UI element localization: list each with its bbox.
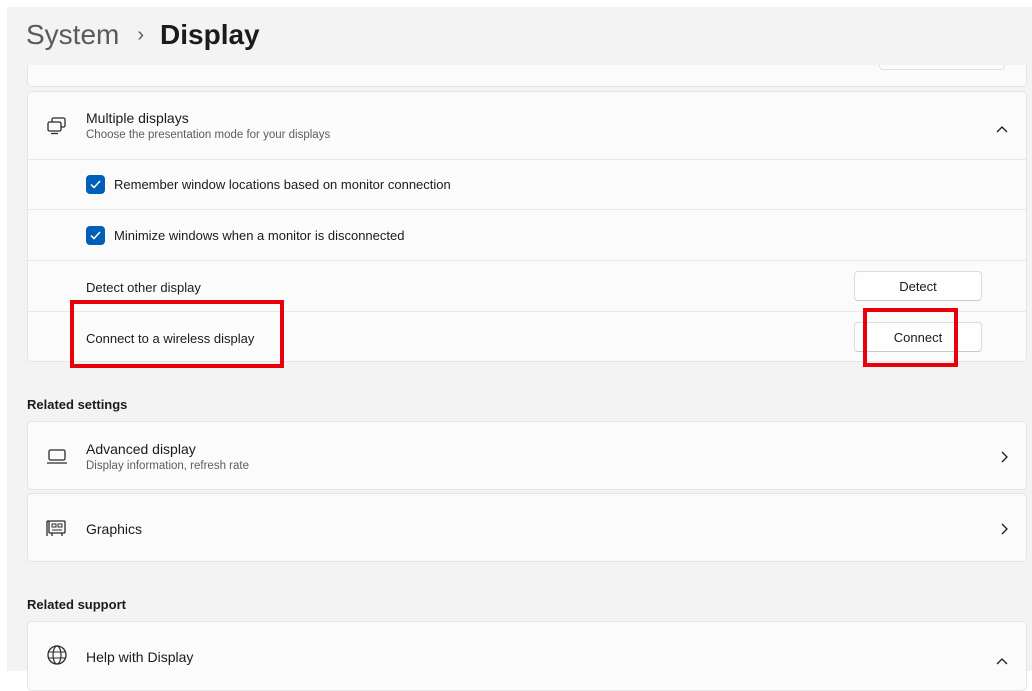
graphics-title: Graphics <box>86 521 143 537</box>
minimize-windows-checkbox[interactable] <box>86 226 105 245</box>
multiple-displays-card: Multiple displays Choose the presentatio… <box>27 91 1027 362</box>
remember-window-locations-label: Remember window locations based on monit… <box>114 177 451 192</box>
remember-window-locations-checkbox[interactable] <box>86 175 105 194</box>
multiple-displays-title: Multiple displays <box>86 110 189 126</box>
detect-display-row: Detect other display Detect <box>28 260 1026 312</box>
connect-wireless-display-label: Connect to a wireless display <box>86 331 255 346</box>
detect-button[interactable]: Detect <box>854 271 982 301</box>
chevron-right-icon <box>1000 450 1008 468</box>
multiple-displays-icon <box>46 116 68 141</box>
page-title: Display <box>160 19 260 50</box>
help-with-display-card[interactable]: Help with Display <box>27 621 1027 691</box>
graphics-card-icon <box>46 518 68 543</box>
advanced-display-subtitle: Display information, refresh rate <box>86 460 249 472</box>
connect-button[interactable]: Connect <box>854 322 982 352</box>
globe-icon <box>46 644 68 671</box>
checkmark-icon <box>90 180 101 189</box>
breadcrumb-system[interactable]: System <box>26 19 119 51</box>
related-settings-heading: Related settings <box>27 397 128 412</box>
previous-setting-control[interactable] <box>879 65 1005 70</box>
multiple-displays-header[interactable]: Multiple displays Choose the presentatio… <box>28 92 1026 159</box>
related-support-heading: Related support <box>27 597 126 612</box>
breadcrumb-separator: › <box>137 23 145 46</box>
minimize-windows-label: Minimize windows when a monitor is disco… <box>114 228 405 243</box>
chevron-up-icon[interactable] <box>996 120 1008 138</box>
connect-wireless-display-row: Connect to a wireless display Connect <box>28 311 1026 361</box>
advanced-display-card[interactable]: Advanced display Display information, re… <box>27 421 1027 490</box>
remember-window-locations-row[interactable]: Remember window locations based on monit… <box>28 159 1026 210</box>
previous-setting-card <box>27 65 1027 87</box>
chevron-up-icon[interactable] <box>996 652 1008 670</box>
graphics-card[interactable]: Graphics <box>27 493 1027 562</box>
monitor-icon <box>46 448 68 471</box>
breadcrumb: System › Display <box>26 19 260 51</box>
settings-page: System › Display Multiple displays Choos… <box>7 7 1032 691</box>
detect-display-label: Detect other display <box>86 280 201 295</box>
checkmark-icon <box>90 231 101 240</box>
multiple-displays-subtitle: Choose the presentation mode for your di… <box>86 129 331 141</box>
help-with-display-title: Help with Display <box>86 649 194 665</box>
chevron-right-icon <box>1000 522 1008 540</box>
advanced-display-title: Advanced display <box>86 441 196 457</box>
minimize-windows-row[interactable]: Minimize windows when a monitor is disco… <box>28 209 1026 261</box>
